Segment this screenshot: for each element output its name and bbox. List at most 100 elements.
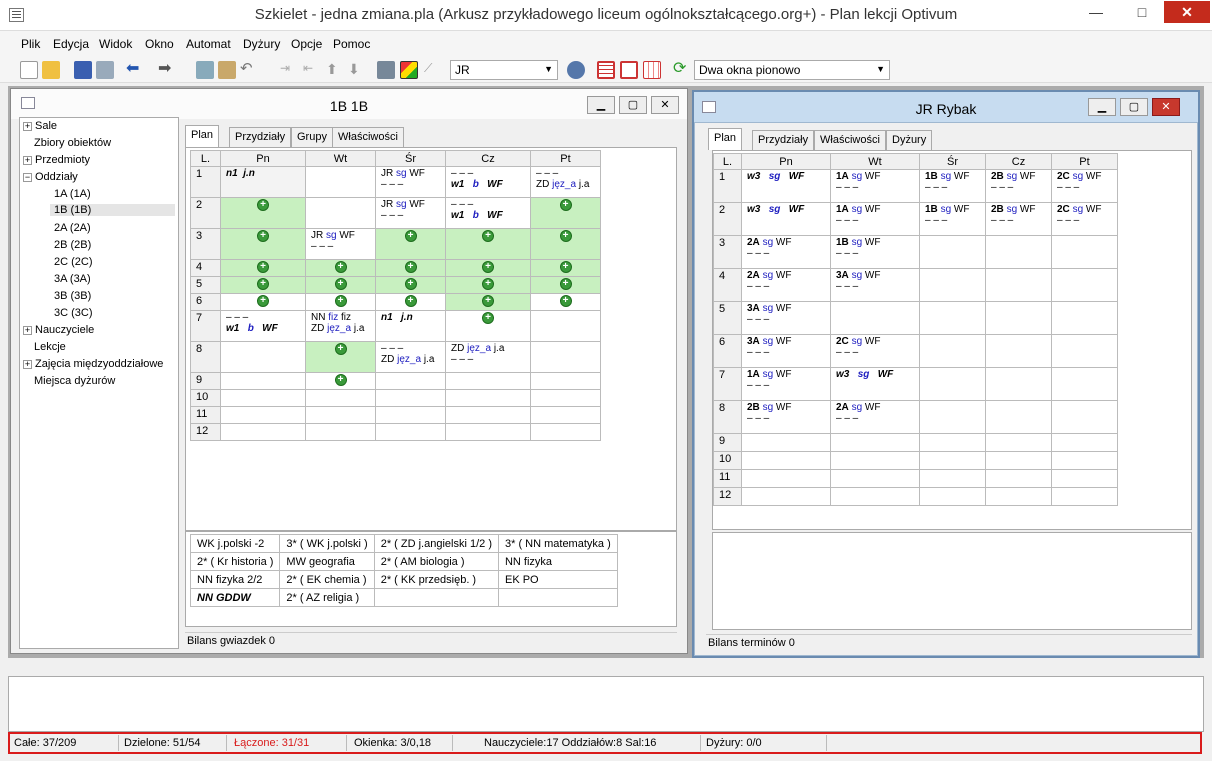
lesson-cell[interactable] <box>220 389 306 407</box>
assignment-cell[interactable]: WK j.polski -2 <box>189 534 281 553</box>
brush-icon[interactable]: ⟋ <box>424 61 442 79</box>
free-slot-cell[interactable]: + <box>305 276 376 294</box>
outdent-icon[interactable]: ⇤ <box>303 61 321 79</box>
lesson-cell[interactable] <box>985 469 1052 488</box>
free-slot-cell[interactable]: + <box>305 293 376 311</box>
lesson-cell[interactable] <box>530 423 601 441</box>
lesson-cell[interactable] <box>1051 400 1118 434</box>
tree-item-zbiory[interactable]: Zbiory obiektów <box>34 137 111 149</box>
lesson-cell[interactable]: 2B sg WF – – – <box>985 169 1052 203</box>
free-slot-cell[interactable]: + <box>375 228 446 260</box>
free-slot-cell[interactable]: + <box>445 293 531 311</box>
tree-item-przedmioty[interactable]: + Przedmioty <box>23 154 90 166</box>
new-file-icon[interactable] <box>20 61 38 79</box>
view-icon[interactable] <box>567 61 585 79</box>
assignment-cell[interactable]: NN GDDW <box>189 588 281 607</box>
lesson-cell[interactable] <box>830 487 920 506</box>
assignment-cell[interactable]: EK PO <box>497 570 618 589</box>
lesson-cell[interactable]: 2B sg WF – – – <box>985 202 1052 236</box>
lesson-cell[interactable]: n1 j.n <box>220 166 306 198</box>
lesson-cell[interactable] <box>985 433 1052 452</box>
expand-icon[interactable]: + <box>23 155 32 165</box>
lesson-cell[interactable]: 3A sg WF – – – <box>741 301 831 335</box>
lesson-cell[interactable] <box>919 301 986 335</box>
lesson-cell[interactable] <box>305 166 376 198</box>
forward-arrow-icon[interactable]: ➡ <box>158 61 176 79</box>
maximize-button[interactable]: ▢ <box>619 96 647 114</box>
lesson-cell[interactable] <box>375 372 446 390</box>
lesson-cell[interactable]: JR sg WF – – – <box>375 197 446 229</box>
lesson-cell[interactable]: 2A sg WF – – – <box>830 400 920 434</box>
lesson-cell[interactable]: – – – ZD jęz_a j.a <box>530 166 601 198</box>
lesson-cell[interactable] <box>1051 451 1118 470</box>
tree-item-oddzialy[interactable]: − Oddziały <box>23 171 78 183</box>
grid-view-icon[interactable] <box>597 61 615 79</box>
lesson-cell[interactable] <box>741 433 831 452</box>
minimize-button[interactable]: ▁ <box>1088 98 1116 116</box>
lesson-cell[interactable] <box>445 389 531 407</box>
menu-opcje[interactable]: Opcje <box>291 37 322 51</box>
tree-item-3b[interactable]: 3B (3B) <box>54 290 91 302</box>
lesson-cell[interactable] <box>985 268 1052 302</box>
menu-okno[interactable]: Okno <box>145 37 174 51</box>
lesson-cell[interactable]: 1B sg WF – – – <box>919 169 986 203</box>
assignment-cell[interactable]: 3* ( NN matematyka ) <box>497 534 618 553</box>
tab-przydzialy[interactable]: Przydziały <box>229 127 292 147</box>
tree-item-miejsca-dyzurow[interactable]: Miejsca dyżurów <box>34 375 115 387</box>
lesson-cell[interactable]: 2A sg WF – – – <box>741 268 831 302</box>
lesson-cell[interactable] <box>530 406 601 424</box>
tab-plan[interactable]: Plan <box>708 128 743 150</box>
open-folder-icon[interactable] <box>42 61 60 79</box>
menu-dyzury[interactable]: Dyżury <box>243 37 280 51</box>
assignment-cell[interactable]: 2* ( Kr historia ) <box>189 552 281 571</box>
free-slot-cell[interactable]: + <box>445 310 531 342</box>
lesson-cell[interactable] <box>985 451 1052 470</box>
lesson-cell[interactable]: w3 sg WF <box>741 169 831 203</box>
lesson-cell[interactable]: w3 sg WF <box>741 202 831 236</box>
lesson-cell[interactable]: – – – w1 b WF <box>445 166 531 198</box>
free-slot-cell[interactable]: + <box>220 276 306 294</box>
free-slot-cell[interactable]: + <box>375 259 446 277</box>
back-arrow-icon[interactable]: ⬅ <box>126 61 144 79</box>
lesson-cell[interactable] <box>1051 301 1118 335</box>
lesson-cell[interactable]: 3A sg WF – – – <box>741 334 831 368</box>
lesson-cell[interactable]: 2A sg WF – – – <box>741 235 831 269</box>
lesson-cell[interactable]: 1B sg WF – – – <box>919 202 986 236</box>
lesson-cell[interactable] <box>375 406 446 424</box>
lesson-cell[interactable] <box>985 367 1052 401</box>
lesson-cell[interactable]: 2C sg WF – – – <box>1051 202 1118 236</box>
lesson-cell[interactable] <box>1051 433 1118 452</box>
lesson-cell[interactable]: JR sg WF – – – <box>305 228 376 260</box>
lesson-cell[interactable] <box>985 301 1052 335</box>
tab-grupy[interactable]: Grupy <box>291 127 333 147</box>
lesson-cell[interactable] <box>741 487 831 506</box>
lesson-cell[interactable] <box>985 235 1052 269</box>
free-slot-cell[interactable]: + <box>445 276 531 294</box>
free-slot-cell[interactable]: + <box>305 341 376 373</box>
tree-item-2b[interactable]: 2B (2B) <box>54 239 91 251</box>
lesson-cell[interactable] <box>530 310 601 342</box>
undo-icon[interactable]: ↶ <box>240 61 258 79</box>
lesson-cell[interactable] <box>741 451 831 470</box>
lesson-cell[interactable] <box>375 389 446 407</box>
tree-item-2c[interactable]: 2C (2C) <box>54 256 93 268</box>
free-slot-cell[interactable]: + <box>305 372 376 390</box>
lesson-cell[interactable] <box>375 423 446 441</box>
lesson-cell[interactable] <box>919 433 986 452</box>
close-button[interactable]: ✕ <box>651 96 679 114</box>
lesson-cell[interactable] <box>919 268 986 302</box>
lesson-cell[interactable] <box>445 423 531 441</box>
lesson-cell[interactable] <box>220 423 306 441</box>
lesson-cell[interactable]: 3A sg WF – – – <box>830 268 920 302</box>
assignment-cell[interactable]: 2* ( EK chemia ) <box>279 570 375 589</box>
layout-select[interactable]: Dwa okna pionowo ▼ <box>694 60 890 80</box>
close-button[interactable]: ✕ <box>1164 1 1210 23</box>
free-slot-cell[interactable]: + <box>530 228 601 260</box>
lesson-cell[interactable]: ZD jęz_a j.a – – – <box>445 341 531 373</box>
lesson-cell[interactable] <box>919 487 986 506</box>
collapse-icon[interactable]: − <box>23 172 32 182</box>
tree-item-3a[interactable]: 3A (3A) <box>54 273 91 285</box>
class-window-titlebar[interactable]: 1B 1B ▁ ▢ ✕ <box>11 89 687 119</box>
lesson-cell[interactable]: 1A sg WF – – – <box>830 169 920 203</box>
tab-dyzury[interactable]: Dyżury <box>886 130 933 150</box>
